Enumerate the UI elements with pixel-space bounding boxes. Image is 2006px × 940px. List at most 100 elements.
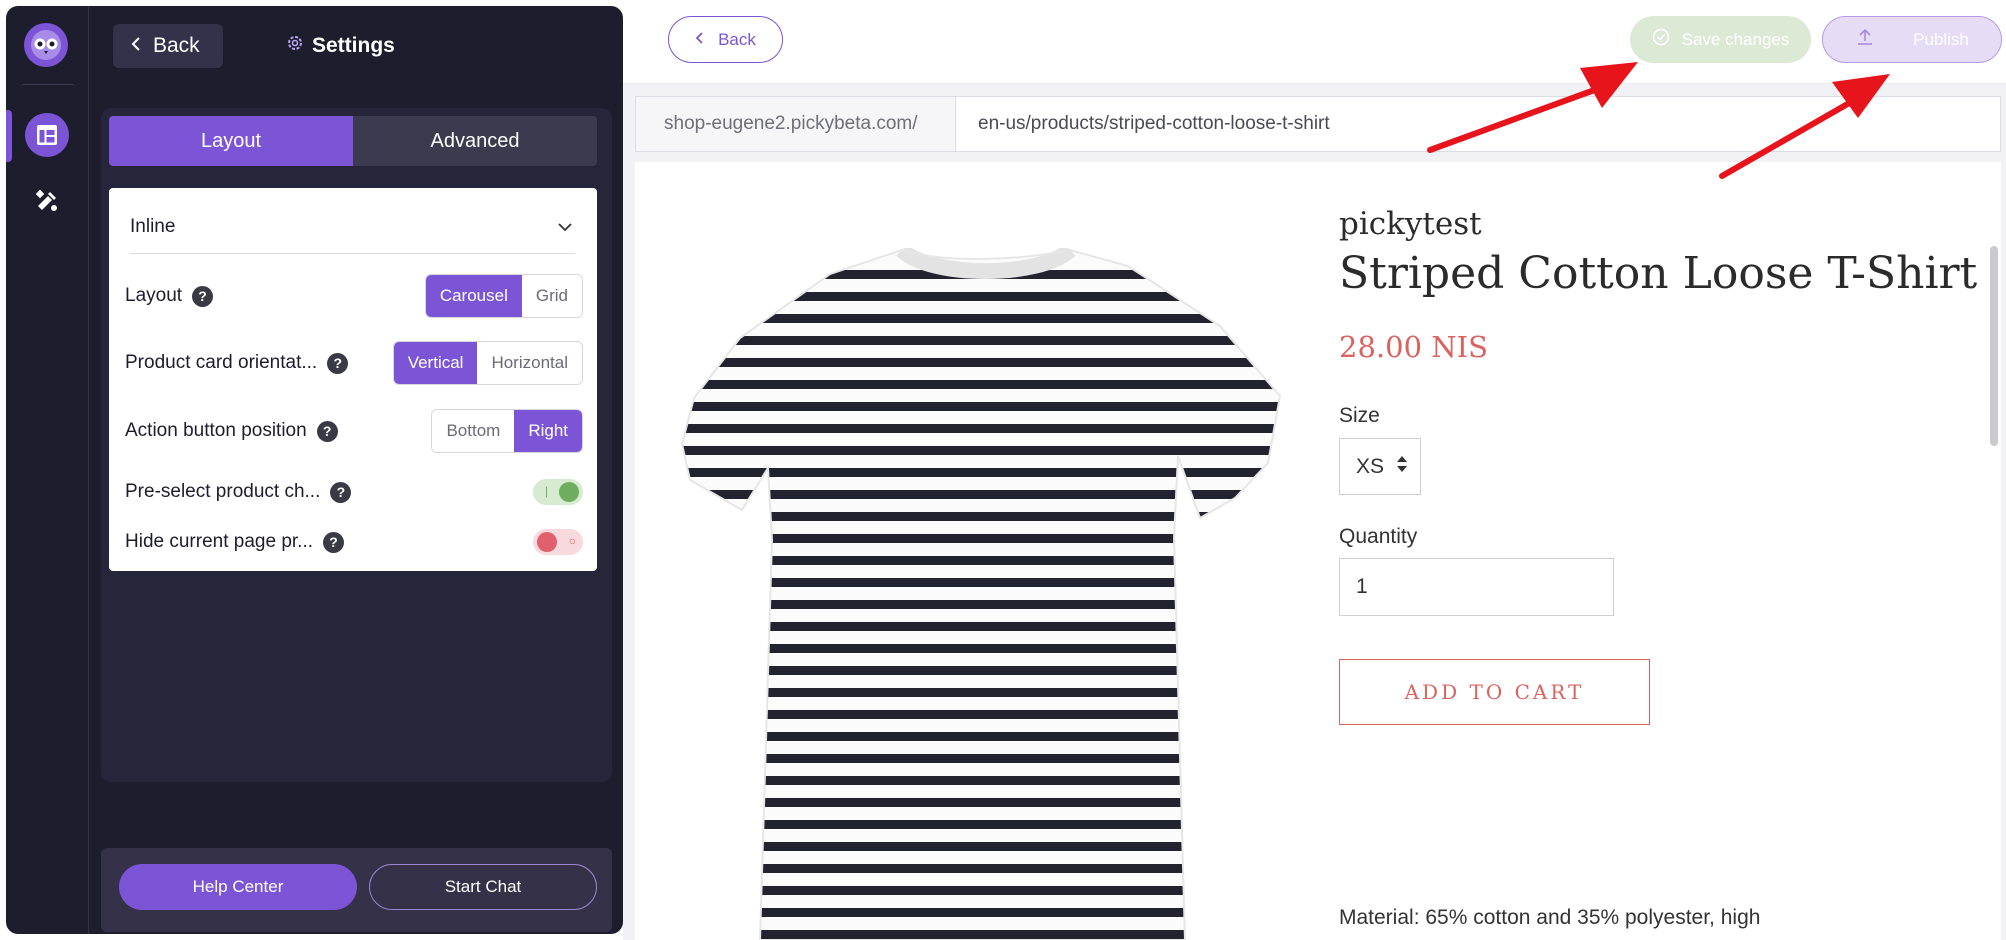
hide-current-row-label: Hide current page pr... — [125, 531, 313, 552]
shirt-stripe — [682, 798, 1280, 807]
url-path-input[interactable]: en-us/products/striped-cotton-loose-t-sh… — [956, 97, 2000, 151]
widget-type-dropdown[interactable]: Inline — [130, 200, 575, 254]
size-select[interactable]: XS — [1339, 438, 1421, 495]
orientation-segmented-control: Vertical Horizontal — [392, 341, 583, 385]
editor-back-button[interactable]: Back — [668, 16, 783, 63]
shirt-stripe — [682, 886, 1280, 895]
check-circle-icon — [1652, 28, 1670, 51]
shirt-stripe — [682, 644, 1280, 653]
save-changes-button[interactable]: Save changes — [1630, 16, 1811, 63]
preselect-row-label: Pre-select product ch... — [125, 481, 321, 502]
carousel-option[interactable]: Carousel — [425, 275, 522, 317]
help-icon[interactable]: ? — [327, 352, 349, 374]
layout-segmented-control: Carousel Grid — [424, 274, 583, 318]
publish-label: Publish — [1913, 29, 1969, 49]
shirt-stripe — [682, 908, 1280, 917]
tab-advanced[interactable]: Advanced — [353, 116, 597, 166]
hide-current-toggle[interactable]: ○ — [533, 529, 583, 555]
sidebar-back-button[interactable]: Back — [113, 24, 223, 68]
layout-icon — [37, 125, 57, 145]
layout-row: Layout ? Carousel Grid — [125, 274, 583, 318]
shirt-stripe — [682, 380, 1280, 389]
product-image — [680, 248, 1282, 940]
sidebar-back-label: Back — [153, 34, 200, 57]
action-position-row: Action button position ? Bottom Right — [125, 409, 583, 453]
settings-tabs: Layout Advanced — [109, 116, 597, 166]
gear-icon — [286, 34, 304, 58]
rail-divider — [22, 84, 74, 85]
orientation-row-label: Product card orientat... — [125, 352, 318, 373]
start-chat-button[interactable]: Start Chat — [369, 864, 597, 910]
settings-sidebar: Back Settings Layout Advanced Inline Lay… — [6, 6, 623, 934]
layout-row-label: Layout — [125, 285, 183, 306]
design-nav-button[interactable] — [25, 179, 69, 223]
shirt-stripe — [682, 402, 1280, 411]
horizontal-option[interactable]: Horizontal — [477, 342, 582, 384]
size-label: Size — [1339, 404, 1380, 427]
quantity-input[interactable]: 1 — [1339, 558, 1614, 616]
icon-rail — [6, 6, 89, 934]
widget-type-value: Inline — [130, 215, 176, 237]
chevron-left-icon — [695, 30, 704, 50]
shirt-stripe — [682, 864, 1280, 873]
hide-current-row: Hide current page pr... ? ○ — [125, 528, 583, 556]
shirt-stripe — [682, 688, 1280, 697]
preselect-toggle[interactable]: | — [533, 479, 583, 505]
layout-settings-card: Inline Layout ? Carousel Grid Product ca… — [109, 188, 597, 571]
upload-icon — [1855, 27, 1875, 52]
url-domain: shop-eugene2.pickybeta.com/ — [636, 97, 956, 151]
app-logo — [24, 23, 68, 67]
add-to-cart-button[interactable]: ADD TO CART — [1339, 659, 1650, 725]
grid-option[interactable]: Grid — [521, 275, 582, 317]
help-icon[interactable]: ? — [323, 531, 344, 553]
shirt-stripe — [682, 666, 1280, 675]
shirt-stripe — [682, 930, 1280, 939]
preselect-row: Pre-select product ch... ? | — [125, 478, 583, 506]
shirt-stripe — [682, 820, 1280, 829]
chevron-left-icon — [131, 34, 141, 58]
shirt-stripe — [682, 336, 1280, 345]
paint-tools-icon — [35, 189, 57, 211]
select-arrows-icon — [1396, 454, 1408, 480]
product-vendor[interactable]: pickytest — [1339, 206, 1482, 242]
help-icon[interactable]: ? — [316, 420, 338, 442]
shirt-stripe — [682, 468, 1280, 477]
shirt-stripe — [682, 754, 1280, 763]
shirt-stripe — [682, 578, 1280, 587]
shirt-stripe — [682, 600, 1280, 609]
settings-heading: Settings — [286, 34, 395, 58]
right-option[interactable]: Right — [514, 410, 582, 452]
shirt-stripe — [682, 490, 1280, 499]
owl-logo-icon — [31, 30, 61, 60]
vertical-option[interactable]: Vertical — [393, 342, 478, 384]
editor-back-label: Back — [718, 29, 756, 49]
preview-scrollbar[interactable] — [1990, 246, 1998, 446]
shirt-stripe — [682, 358, 1280, 367]
bottom-option[interactable]: Bottom — [432, 410, 515, 452]
preview-url-bar: shop-eugene2.pickybeta.com/ en-us/produc… — [635, 96, 2001, 152]
action-position-row-label: Action button position — [125, 420, 307, 441]
product-price: 28.00 NIS — [1339, 330, 1488, 364]
layout-nav-button[interactable] — [25, 113, 69, 157]
shirt-stripe — [682, 424, 1280, 433]
size-value: XS — [1356, 454, 1385, 478]
publish-button[interactable]: Publish — [1822, 16, 2002, 63]
save-changes-label: Save changes — [1681, 29, 1790, 49]
orientation-row: Product card orientat... ? Vertical Hori… — [125, 341, 583, 385]
sidebar-footer: Help Center Start Chat — [101, 848, 612, 932]
shirt-stripe — [682, 622, 1280, 631]
chevron-down-icon — [557, 216, 573, 238]
shirt-stripe — [682, 732, 1280, 741]
help-icon[interactable]: ? — [192, 285, 214, 307]
product-title: Striped Cotton Loose T-Shirt — [1339, 248, 1978, 299]
shirt-stripe — [682, 292, 1280, 301]
app-root: Back Settings Layout Advanced Inline Lay… — [0, 0, 2006, 940]
quantity-label: Quantity — [1339, 525, 1418, 548]
action-position-segmented-control: Bottom Right — [431, 409, 583, 453]
shirt-stripe — [682, 446, 1280, 455]
shirt-stripe — [682, 776, 1280, 785]
tab-layout[interactable]: Layout — [109, 116, 353, 166]
settings-panel: Layout Advanced Inline Layout ? Carousel… — [101, 108, 612, 782]
help-icon[interactable]: ? — [330, 481, 352, 503]
help-center-button[interactable]: Help Center — [119, 864, 357, 910]
